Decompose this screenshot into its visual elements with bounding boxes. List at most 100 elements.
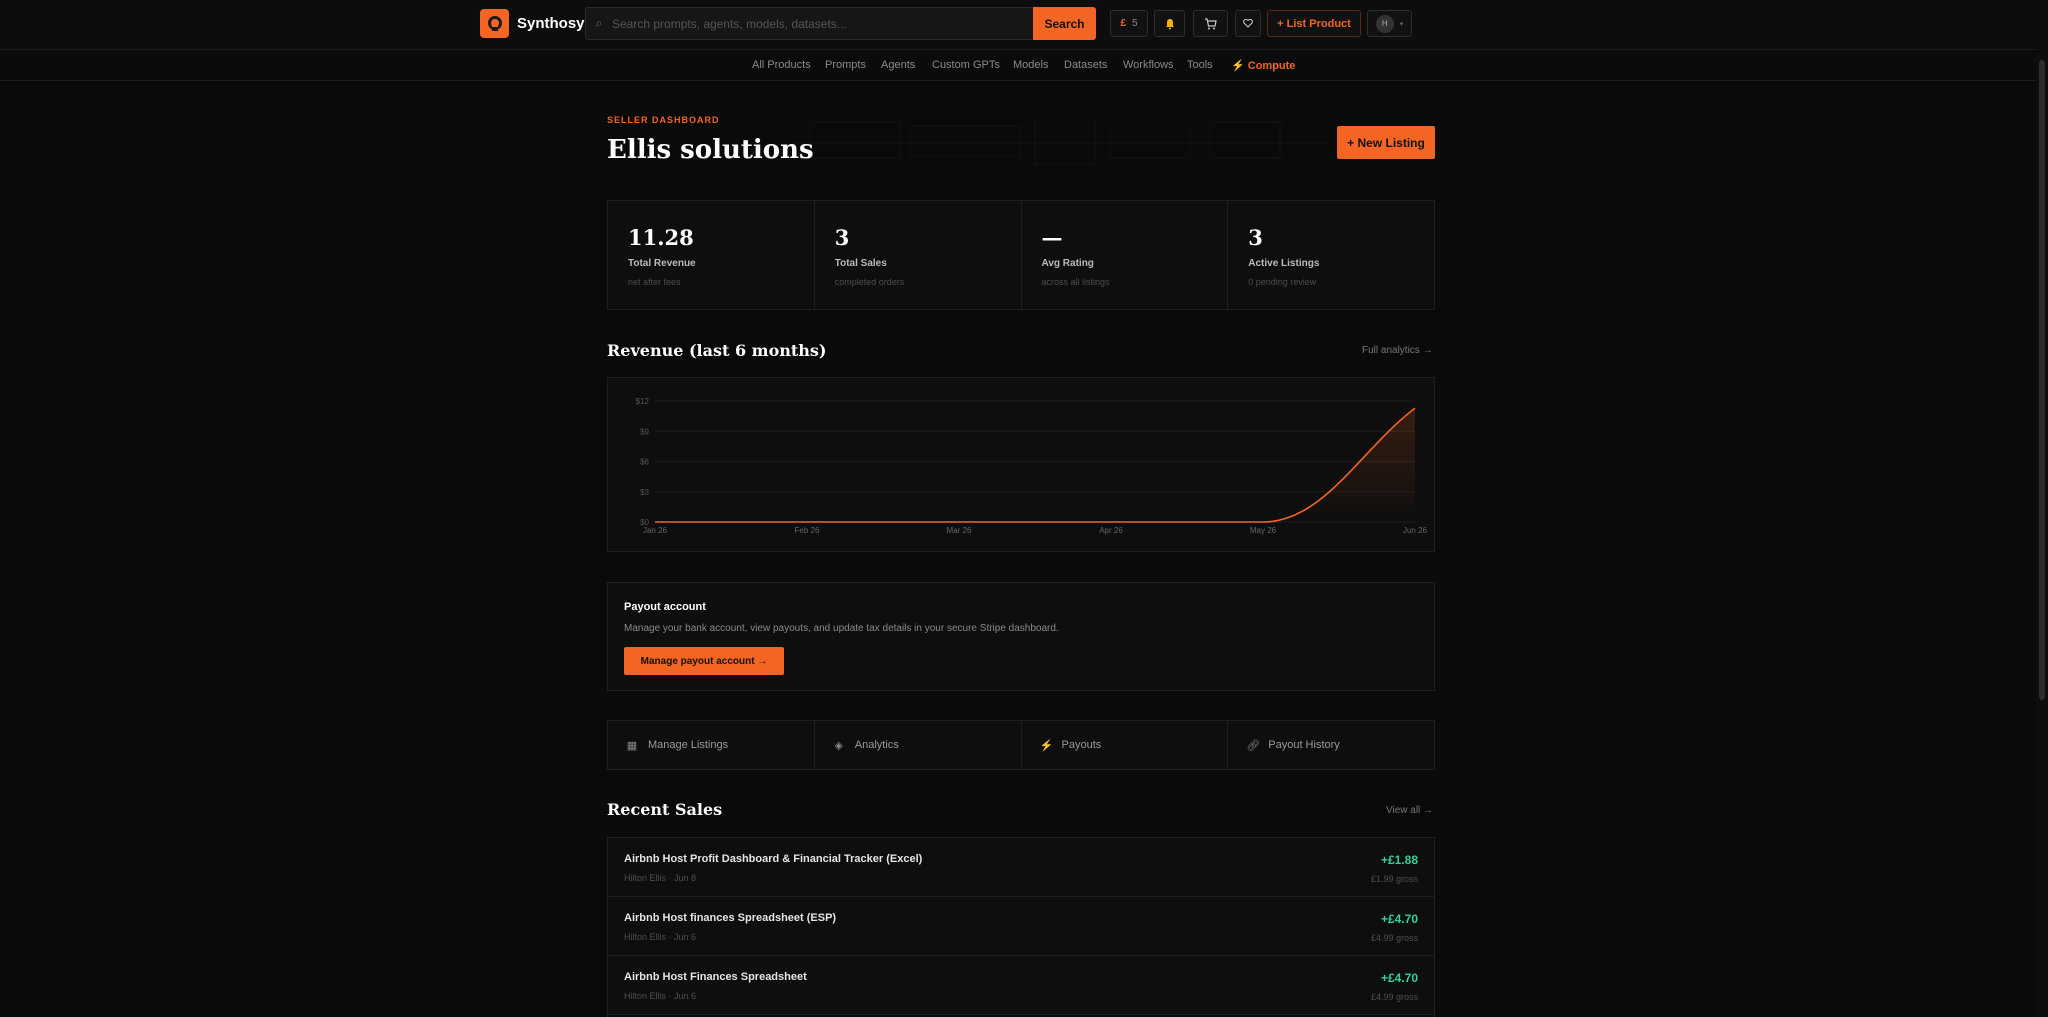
revenue-chart-svg: $0$3$6$9$12Jan 26 Feb 26 Mar 26 Apr 26 May 2… bbox=[636, 397, 1428, 535]
x-tick-label: Apr 26 bbox=[1099, 526, 1123, 535]
top-bar: Synthosy ⌕ Search £ 5 + List Product H ▾ bbox=[0, 0, 2048, 50]
stat-sublabel: completed orders bbox=[834, 277, 905, 287]
list-item[interactable]: Airbnb Host finances Spreadsheet (ESP) H… bbox=[608, 897, 1434, 956]
heart-icon bbox=[1243, 19, 1253, 28]
y-tick-label: $6 bbox=[640, 458, 649, 467]
sale-product-name: Airbnb Host Finances Spreadsheet bbox=[624, 971, 807, 983]
stat-active-listings: 3 Active Listings 0 pending review bbox=[1228, 201, 1434, 309]
quick-action-label: Payouts bbox=[1061, 739, 1102, 751]
stat-sublabel: net after fees bbox=[628, 277, 681, 287]
nav-datasets[interactable]: Datasets bbox=[1064, 59, 1107, 71]
stat-value: — bbox=[1041, 225, 1063, 250]
stat-label: Avg Rating bbox=[1041, 258, 1094, 269]
bell-icon bbox=[1165, 18, 1174, 29]
analytics-button[interactable]: ◈ Analytics bbox=[814, 721, 1022, 769]
payout-history-button[interactable]: 🔗︎ Payout History bbox=[1228, 721, 1434, 769]
x-tick-label: May 26 bbox=[1250, 526, 1277, 535]
sale-amount: +£1.88 bbox=[1380, 853, 1418, 867]
nav-prompts[interactable]: Prompts bbox=[825, 59, 866, 71]
chevron-down-icon: ▾ bbox=[1399, 20, 1404, 28]
x-tick-label: Feb 26 bbox=[795, 526, 820, 535]
list-product-button[interactable]: + List Product bbox=[1267, 10, 1361, 37]
revenue-line bbox=[655, 407, 1416, 523]
payout-description: Manage your bank account, view payouts, … bbox=[624, 623, 1059, 634]
avatar: H bbox=[1375, 14, 1394, 33]
nav-custom-gpts[interactable]: Custom GPTs bbox=[932, 59, 1000, 71]
nav-all-products[interactable]: All Products bbox=[752, 59, 811, 71]
sale-amount: +£4.70 bbox=[1380, 912, 1418, 926]
stat-total-revenue: 11.28 Total Revenue net after fees bbox=[608, 201, 815, 309]
cart-icon bbox=[1205, 17, 1217, 29]
nav-models[interactable]: Models bbox=[1013, 59, 1048, 71]
notifications-button[interactable] bbox=[1154, 10, 1185, 37]
revenue-title: Revenue (last 6 months) bbox=[607, 341, 827, 360]
lightning-icon: ⚡ bbox=[1039, 739, 1054, 752]
sale-meta: Hilton Ellis · Jun 6 bbox=[624, 932, 697, 942]
brand-name[interactable]: Synthosy bbox=[517, 15, 585, 32]
x-tick-label: Mar 26 bbox=[947, 526, 972, 535]
currency-count: 5 bbox=[1132, 18, 1138, 29]
sale-gross: £4.99 gross bbox=[1370, 933, 1418, 943]
y-tick-label: $12 bbox=[636, 397, 650, 406]
sale-gross: £4.99 gross bbox=[1370, 992, 1418, 1002]
recent-sales-title: Recent Sales bbox=[607, 800, 723, 819]
x-tick-label: Jun 26 bbox=[1403, 526, 1428, 535]
nav-compute-label: Compute bbox=[1247, 60, 1296, 72]
nav-workflows[interactable]: Workflows bbox=[1123, 59, 1174, 71]
y-tick-label: $3 bbox=[640, 488, 649, 497]
decorative-grid bbox=[790, 119, 1330, 165]
lightning-icon: ⚡ bbox=[1231, 60, 1245, 72]
x-tick-label: Jan 26 bbox=[643, 526, 668, 535]
revenue-chart: $0 $3 $6 $9 $12 Jan 26 Feb 26 Mar 26 Apr 26 May 2… bbox=[607, 377, 1435, 552]
sale-product-name: Airbnb Host Profit Dashboard & Financial… bbox=[624, 853, 923, 865]
payout-card: Payout account Manage your bank account,… bbox=[607, 582, 1435, 691]
stats-row: 11.28 Total Revenue net after fees 3 Tot… bbox=[607, 200, 1435, 310]
category-nav: All Products Prompts Agents Custom GPTs … bbox=[0, 50, 2048, 81]
nav-agents[interactable]: Agents bbox=[881, 59, 915, 71]
stat-value: 11.28 bbox=[628, 225, 694, 250]
recent-sales-list: Airbnb Host Profit Dashboard & Financial… bbox=[607, 837, 1435, 1017]
search-icon: ⌕ bbox=[595, 16, 603, 30]
nav-tools[interactable]: Tools bbox=[1187, 59, 1213, 71]
manage-payout-button[interactable]: Manage payout account → bbox=[624, 647, 784, 675]
sale-gross: £1.99 gross bbox=[1370, 874, 1418, 884]
revenue-area bbox=[655, 408, 1415, 522]
stat-total-sales: 3 Total Sales completed orders bbox=[814, 201, 1022, 309]
search-bar: ⌕ bbox=[585, 7, 1034, 40]
analytics-icon: ◈ bbox=[834, 739, 843, 752]
currency-button[interactable]: £ 5 bbox=[1110, 10, 1148, 37]
quick-action-label: Payout History bbox=[1268, 739, 1340, 751]
new-listing-button[interactable]: + New Listing bbox=[1337, 126, 1435, 159]
page-title: Ellis solutions bbox=[607, 135, 814, 165]
link-icon: 🔗︎ bbox=[1246, 739, 1261, 752]
quick-action-label: Analytics bbox=[854, 739, 899, 751]
full-analytics-link[interactable]: Full analytics → bbox=[1362, 345, 1433, 356]
nav-compute[interactable]: ⚡ Compute bbox=[1231, 59, 1295, 72]
cart-button[interactable] bbox=[1193, 10, 1228, 37]
quick-action-label: Manage Listings bbox=[648, 739, 729, 751]
search-input[interactable] bbox=[612, 8, 1033, 39]
page-eyebrow: SELLER DASHBOARD bbox=[607, 115, 720, 125]
stat-value: 3 bbox=[1248, 225, 1263, 250]
stat-label: Active Listings bbox=[1248, 258, 1320, 269]
account-menu-button[interactable]: H ▾ bbox=[1367, 10, 1412, 37]
wishlist-button[interactable] bbox=[1235, 10, 1261, 37]
manage-listings-button[interactable]: ▦ Manage Listings bbox=[608, 721, 815, 769]
stat-value: 3 bbox=[834, 225, 850, 250]
scrollbar-thumb[interactable] bbox=[2039, 60, 2045, 700]
stat-label: Total Revenue bbox=[628, 258, 696, 269]
payout-title: Payout account bbox=[624, 601, 706, 613]
grid-icon: ▦ bbox=[626, 739, 638, 752]
sale-amount: +£4.70 bbox=[1380, 971, 1418, 985]
quick-actions: ▦ Manage Listings ◈ Analytics ⚡ Payouts … bbox=[607, 720, 1435, 770]
logo-icon[interactable] bbox=[480, 9, 509, 38]
view-all-link[interactable]: View all → bbox=[1386, 805, 1433, 816]
stat-sublabel: 0 pending review bbox=[1248, 277, 1317, 287]
sale-meta: Hilton Ellis · Jun 6 bbox=[624, 991, 697, 1001]
list-item[interactable]: Airbnb Host Finances Spreadsheet Hilton … bbox=[608, 956, 1434, 1015]
currency-symbol: £ bbox=[1120, 18, 1126, 29]
search-button[interactable]: Search bbox=[1033, 7, 1096, 40]
stat-sublabel: across all listings bbox=[1041, 277, 1110, 287]
payouts-button[interactable]: ⚡ Payouts bbox=[1021, 721, 1229, 769]
list-item[interactable]: Airbnb Host Profit Dashboard & Financial… bbox=[608, 838, 1434, 897]
